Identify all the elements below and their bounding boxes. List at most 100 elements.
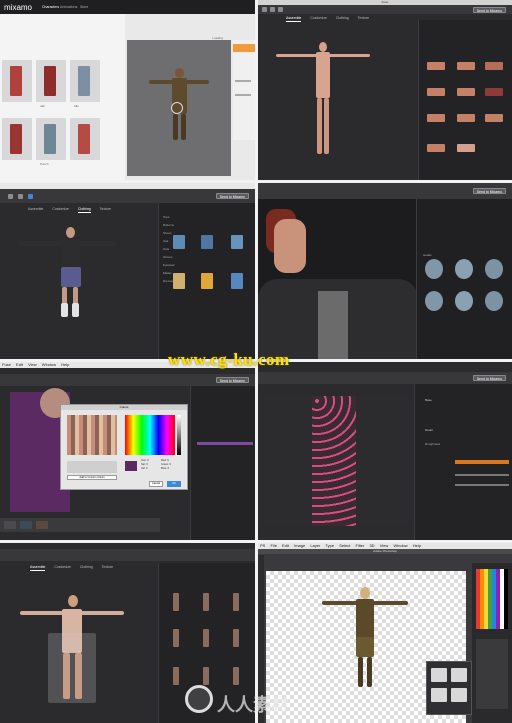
tab-clothing[interactable]: Clothing <box>80 565 93 569</box>
part-leg[interactable] <box>173 629 179 647</box>
part-arm[interactable] <box>427 62 445 70</box>
slider[interactable] <box>455 474 509 476</box>
part-arm[interactable] <box>485 62 503 70</box>
menu-fuse[interactable]: Fuse <box>2 362 11 367</box>
grid-icon[interactable] <box>8 194 13 199</box>
category-item[interactable]: Bottoms <box>163 221 175 229</box>
head-option[interactable] <box>455 259 473 279</box>
tab-assemble[interactable]: Assemble <box>286 16 302 22</box>
mixamo-logo[interactable]: mixamo <box>4 3 32 12</box>
menu-window[interactable]: Window <box>42 362 56 367</box>
head-option[interactable] <box>485 259 503 279</box>
option-detail[interactable]: Detail <box>425 428 433 432</box>
part-arm[interactable] <box>485 114 503 122</box>
color-bar[interactable] <box>197 442 253 445</box>
part-arm[interactable] <box>485 88 503 96</box>
tab-clothing[interactable]: Clothing <box>77 207 91 213</box>
tab-texture[interactable]: Texture <box>100 207 111 211</box>
tab-customize[interactable]: Customize <box>310 16 327 20</box>
tab-texture[interactable]: Texture <box>102 565 113 569</box>
send-to-mixamo-button[interactable]: Send to Mixamo <box>215 193 249 199</box>
slider[interactable] <box>235 80 251 82</box>
spectrum-picker[interactable] <box>125 415 175 455</box>
part-leg[interactable] <box>233 593 239 611</box>
menu-3d[interactable]: 3D <box>369 543 374 548</box>
tab-clothing[interactable]: Clothing <box>336 16 349 20</box>
menu-window[interactable]: Window <box>393 543 407 548</box>
layer-thumb[interactable] <box>451 688 467 702</box>
custom-colors-grid[interactable] <box>67 461 117 473</box>
part-arm[interactable] <box>457 114 475 122</box>
basic-colors-grid[interactable] <box>67 415 117 455</box>
tab-assemble[interactable]: Assemble <box>28 207 43 211</box>
menu-view[interactable]: View <box>28 362 37 367</box>
item-boots[interactable] <box>173 273 185 289</box>
tab-assemble[interactable]: Assemble <box>30 565 46 571</box>
part-leg[interactable] <box>173 667 179 685</box>
part-leg[interactable] <box>203 629 209 647</box>
head-option[interactable] <box>485 291 503 311</box>
item-jeans[interactable] <box>173 235 185 249</box>
part-arm[interactable] <box>457 144 475 152</box>
slider[interactable] <box>455 484 509 486</box>
head-option[interactable] <box>425 291 443 311</box>
texture-swatch[interactable] <box>20 521 32 529</box>
layer-thumb[interactable] <box>431 668 447 682</box>
part-arm[interactable] <box>427 114 445 122</box>
tab-store[interactable]: Store <box>80 5 88 9</box>
category-item[interactable]: Gloves <box>163 253 175 261</box>
send-to-mixamo-button[interactable]: Send to Mixamo <box>215 377 249 383</box>
menu-view[interactable]: View <box>380 543 389 548</box>
slider-active[interactable] <box>455 460 509 464</box>
item-jeans[interactable] <box>201 235 213 249</box>
layer-thumb[interactable] <box>451 668 467 682</box>
menu-help[interactable]: Help <box>413 543 421 548</box>
part-leg[interactable] <box>203 593 209 611</box>
part-arm[interactable] <box>457 62 475 70</box>
part-arm[interactable] <box>427 144 445 152</box>
value-slider[interactable] <box>177 415 181 455</box>
light-icon[interactable] <box>278 7 283 12</box>
category-item[interactable]: Tops <box>163 213 175 221</box>
add-custom-color-button[interactable]: Add to Custom Colors <box>67 475 117 480</box>
download-button[interactable] <box>233 44 255 52</box>
menu-ps[interactable]: PS <box>260 543 265 548</box>
menu-layer[interactable]: Layer <box>310 543 320 548</box>
camera-icon[interactable] <box>18 194 23 199</box>
texture-swatch[interactable] <box>36 521 48 529</box>
part-arm[interactable] <box>427 88 445 96</box>
menu-edit[interactable]: Edit <box>282 543 289 548</box>
cancel-button[interactable]: Cancel <box>149 481 163 487</box>
menu-filter[interactable]: Filter <box>355 543 364 548</box>
tab-customize[interactable]: Customize <box>54 565 71 569</box>
head-option[interactable] <box>455 291 473 311</box>
send-to-mixamo-button[interactable]: Send to Mixamo <box>472 375 506 381</box>
grid-icon[interactable] <box>262 7 267 12</box>
send-to-mixamo-button[interactable]: Send to Mixamo <box>472 7 506 13</box>
color-swatches[interactable] <box>476 569 508 629</box>
item-boots[interactable] <box>231 273 243 289</box>
camera-icon[interactable] <box>270 7 275 12</box>
send-to-mixamo-button[interactable]: Send to Mixamo <box>472 188 506 194</box>
menu-image[interactable]: Image <box>294 543 305 548</box>
item-boots[interactable] <box>201 273 213 289</box>
tab-animations[interactable]: Animations <box>60 5 77 9</box>
tab-texture[interactable]: Texture <box>358 16 369 20</box>
menu-file[interactable]: File <box>270 543 276 548</box>
option-base[interactable]: Base <box>425 398 432 402</box>
menu-help[interactable]: Help <box>61 362 69 367</box>
part-leg[interactable] <box>173 593 179 611</box>
ok-button[interactable]: OK <box>167 481 181 487</box>
slider[interactable] <box>235 94 251 96</box>
menu-edit[interactable]: Edit <box>16 362 23 367</box>
layer-thumb[interactable] <box>431 688 447 702</box>
texture-swatch[interactable] <box>4 521 16 529</box>
tab-characters[interactable]: Characters <box>42 5 59 9</box>
light-icon[interactable] <box>28 194 33 199</box>
item-jeans[interactable] <box>231 235 243 249</box>
tab-customize[interactable]: Customize <box>52 207 69 211</box>
category-item[interactable]: Eyewear <box>163 261 175 269</box>
part-arm[interactable] <box>457 88 475 96</box>
menu-type[interactable]: Type <box>325 543 334 548</box>
menu-select[interactable]: Select <box>339 543 350 548</box>
